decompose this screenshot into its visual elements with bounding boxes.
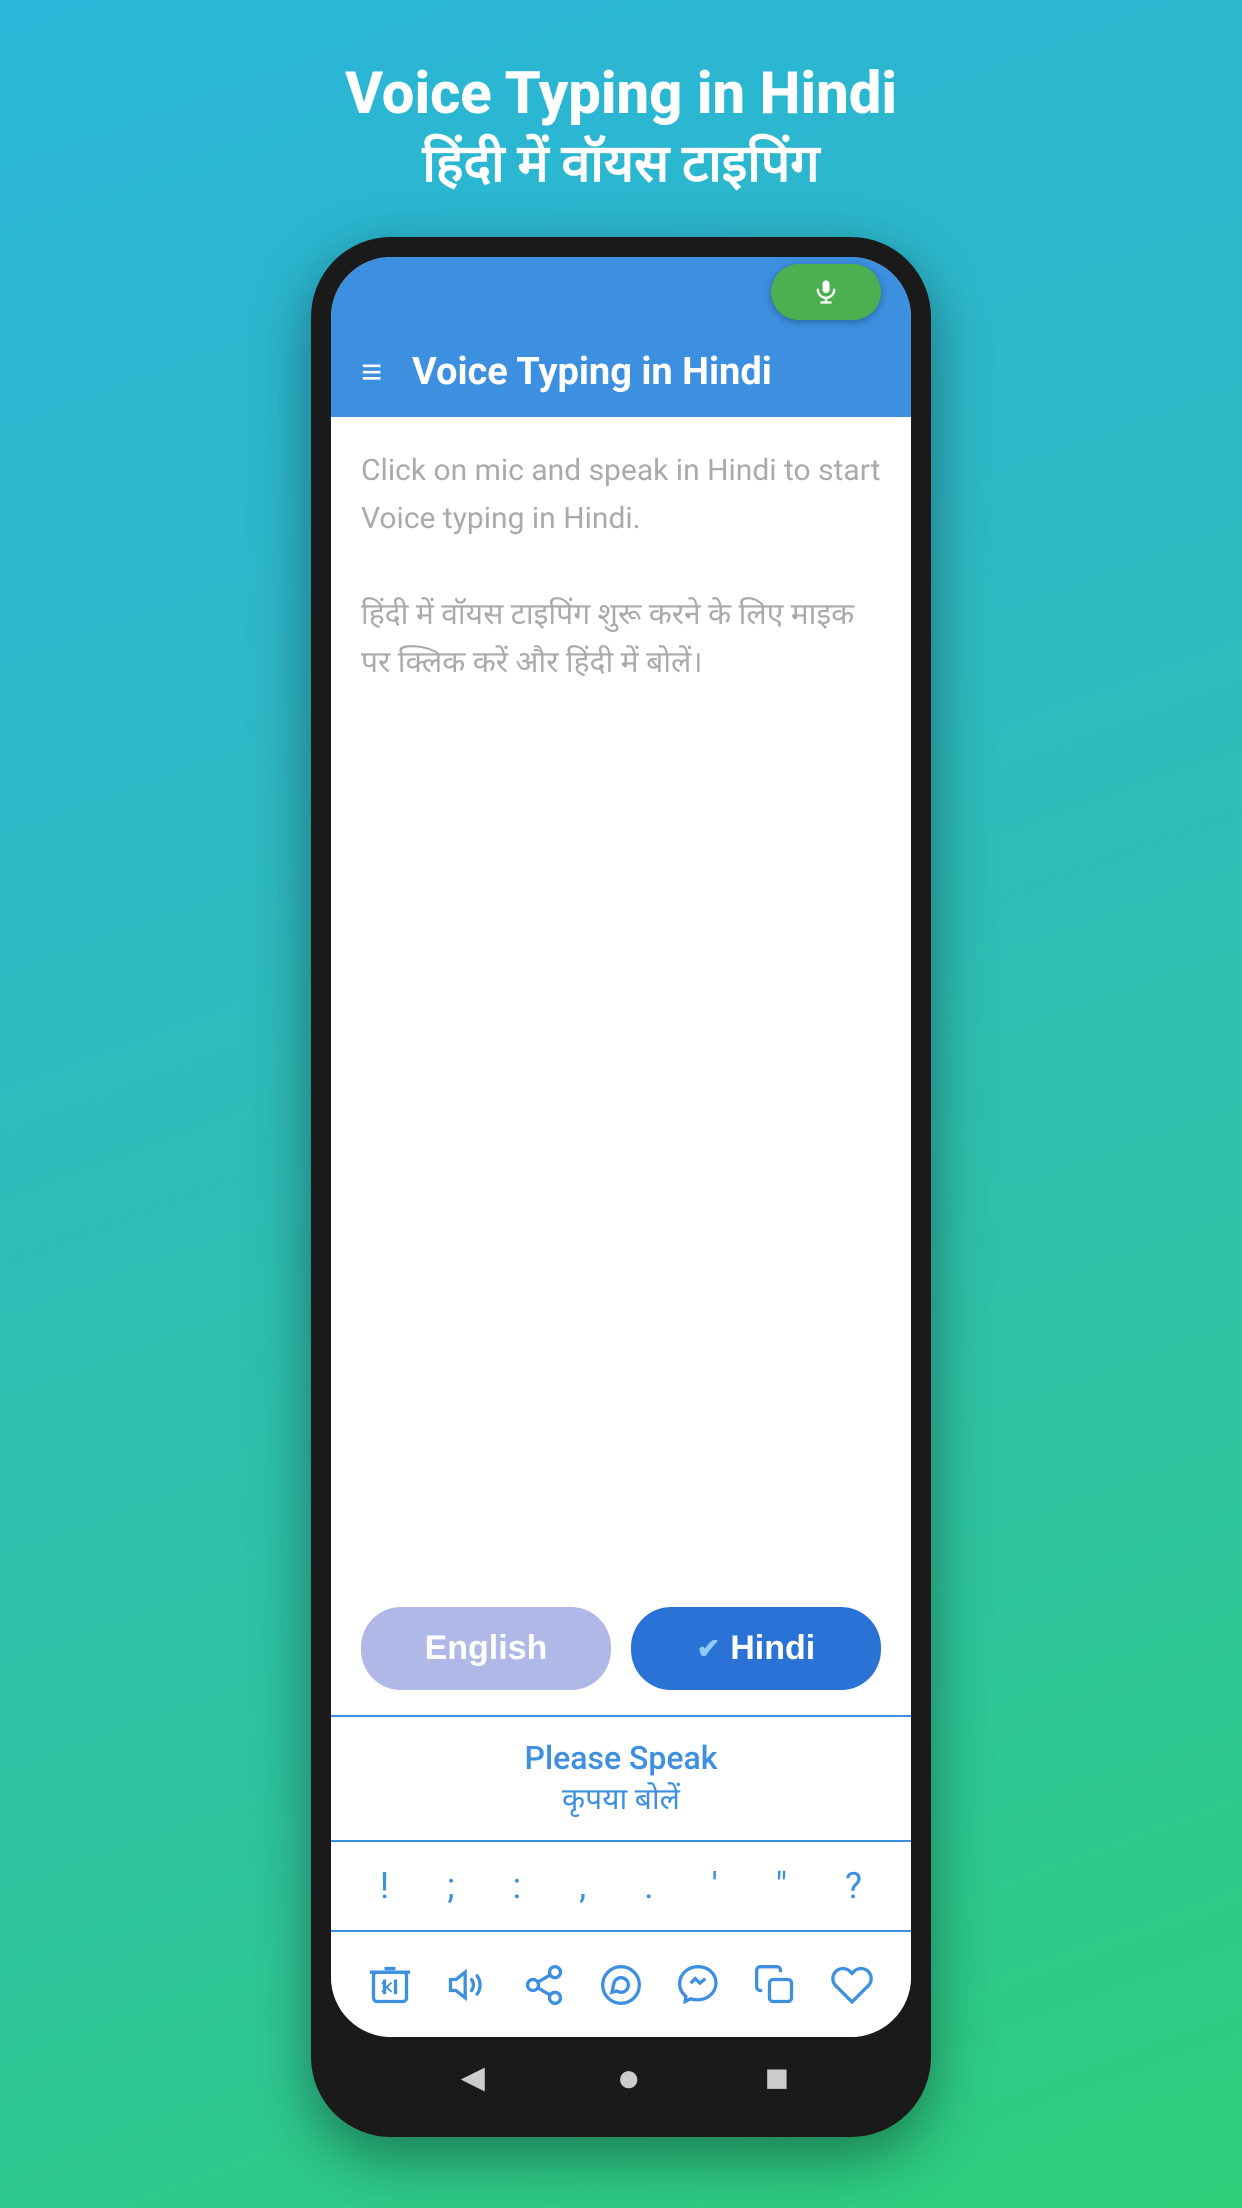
app-bar-title: Voice Typing in Hindi <box>412 350 772 394</box>
punct-question[interactable]: ? <box>835 1860 872 1912</box>
share-icon[interactable] <box>511 1952 576 2017</box>
nav-bar: ◄ ● ■ <box>331 2037 911 2117</box>
page-title-english: Voice Typing in Hindi <box>345 60 897 130</box>
phone-screen: ≡ Voice Typing in Hindi Click on mic and… <box>331 257 911 2037</box>
page-title-section: Voice Typing in Hindi हिंदी में वॉयस टाइ… <box>345 60 897 197</box>
home-nav-icon[interactable]: ● <box>617 2054 641 2101</box>
copy-icon[interactable] <box>743 1952 808 2017</box>
hindi-lang-button[interactable]: ✔ Hindi <box>631 1607 881 1690</box>
mic-button[interactable] <box>771 264 881 320</box>
punct-comma[interactable]: , <box>569 1860 596 1912</box>
punct-semicolon[interactable]: ; <box>437 1860 465 1912</box>
punct-period[interactable]: . <box>634 1860 664 1912</box>
punct-quote[interactable]: " <box>766 1860 798 1912</box>
recents-nav-icon[interactable]: ■ <box>765 2054 789 2101</box>
delete-icon[interactable]: ✕ <box>357 1952 422 2017</box>
page-title-hindi: हिंदी में वॉयस टाइपिंग <box>345 130 897 198</box>
hindi-check-icon: ✔ <box>697 1632 720 1665</box>
volume-icon[interactable] <box>434 1952 499 2017</box>
punct-colon[interactable]: : <box>503 1860 532 1912</box>
app-bar: ≡ Voice Typing in Hindi <box>331 327 911 417</box>
whatsapp-icon[interactable] <box>588 1952 653 2017</box>
svg-text:✕: ✕ <box>379 1978 394 1999</box>
back-nav-icon[interactable]: ◄ <box>453 2054 493 2101</box>
messenger-icon[interactable] <box>666 1952 731 2017</box>
language-selector: English ✔ Hindi <box>331 1582 911 1715</box>
text-input-area[interactable]: Click on mic and speak in Hindi to start… <box>331 417 911 1582</box>
english-lang-button[interactable]: English <box>361 1607 611 1690</box>
please-speak-hindi: कृपया बोलें <box>361 1777 881 1818</box>
heart-icon[interactable] <box>820 1952 885 2017</box>
action-bar: ✕ <box>331 1932 911 2037</box>
placeholder-text: Click on mic and speak in Hindi to start… <box>361 447 881 687</box>
mic-icon <box>812 278 840 306</box>
please-speak-english: Please Speak <box>361 1739 881 1777</box>
status-bar <box>331 257 911 327</box>
punct-exclamation[interactable]: ! <box>370 1860 399 1912</box>
please-speak-section: Please Speak कृपया बोलें <box>331 1717 911 1840</box>
punctuation-bar: ! ; : , . ' " ? <box>331 1840 911 1932</box>
phone-frame: ≡ Voice Typing in Hindi Click on mic and… <box>311 237 931 2137</box>
hamburger-menu-icon[interactable]: ≡ <box>361 351 382 393</box>
punct-apostrophe[interactable]: ' <box>701 1860 727 1912</box>
